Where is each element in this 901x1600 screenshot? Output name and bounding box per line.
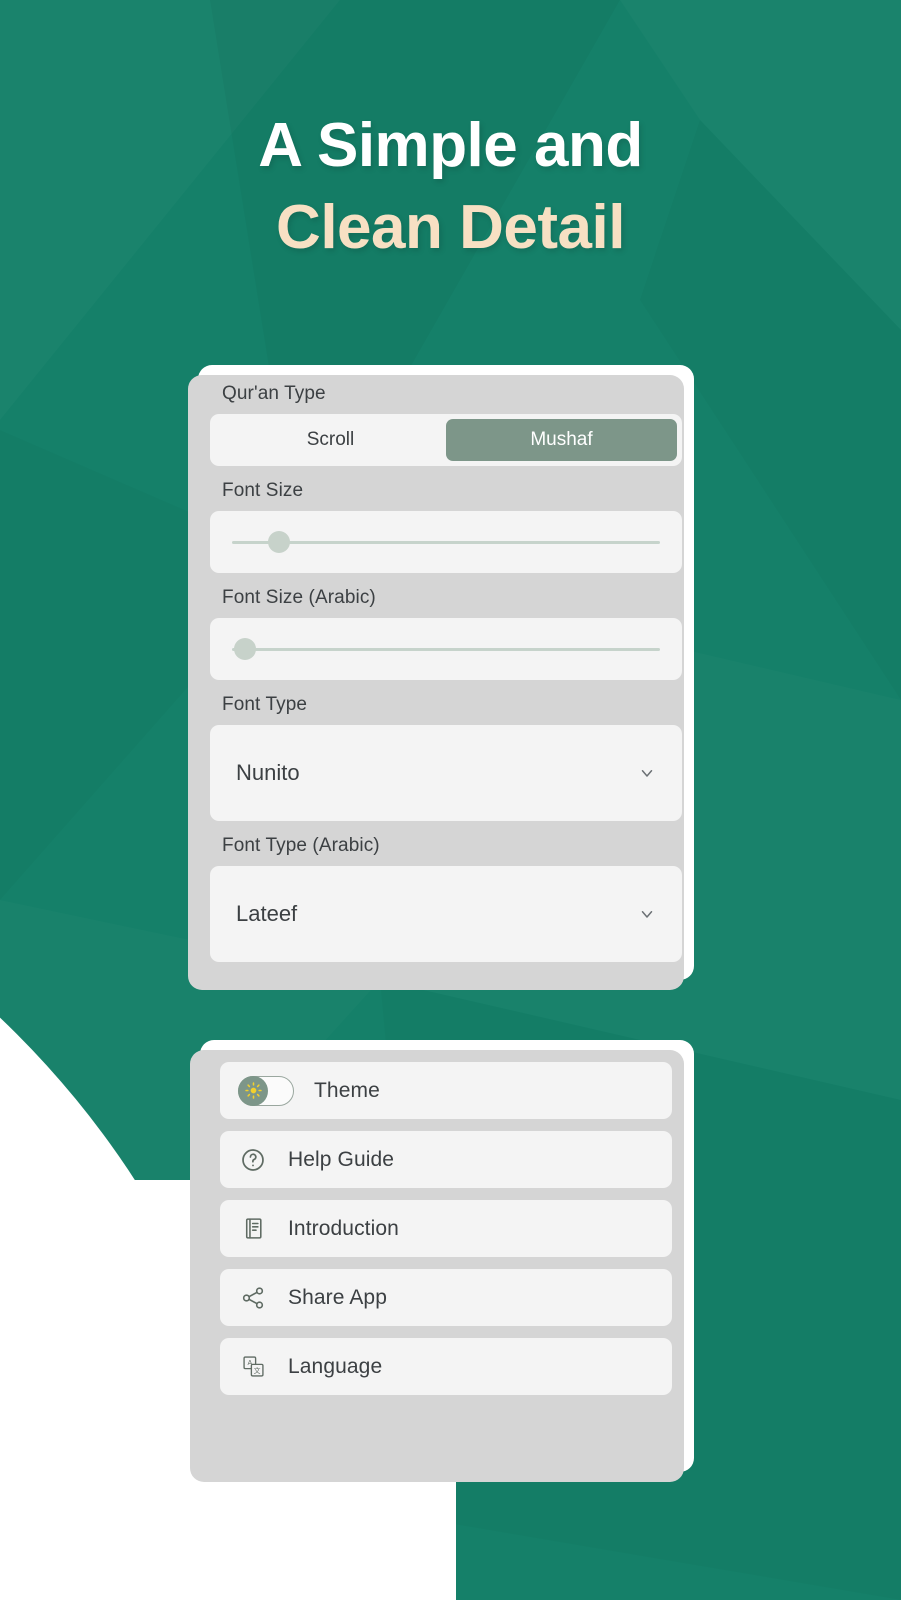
book-document-icon [238,1214,268,1244]
font-type-dropdown[interactable]: Nunito [210,725,682,821]
font-size-arabic-slider-thumb[interactable] [233,638,256,660]
font-size-arabic-slider[interactable] [232,638,660,660]
quran-type-label: Qur'an Type [222,383,326,404]
chevron-down-icon [641,911,653,918]
font-size-slider-thumb[interactable] [268,531,291,553]
hero-line-2: Clean Detail [276,193,625,263]
font-size-slider-field[interactable] [210,511,682,573]
font-type-arabic-value: Lateef [236,901,298,926]
font-type-label: Font Type [222,694,308,715]
share-nodes-icon [238,1283,268,1313]
font-type-value: Nunito [236,760,300,785]
chevron-down-icon [641,770,653,777]
font-size-arabic-slider-field[interactable] [210,618,682,680]
menu-item-help-guide[interactable]: Help Guide [220,1131,672,1188]
theme-toggle-knob [238,1075,268,1106]
translate-icon: A 文 [238,1352,268,1382]
quran-type-segmented-control[interactable]: Scroll Mushaf [210,414,682,466]
menu-card: Theme Help Guide Introduction Share App … [190,1040,694,1482]
svg-text:A: A [247,1359,252,1367]
font-type-arabic-dropdown[interactable]: Lateef [210,866,682,962]
menu-item-label: Share App [288,1285,387,1309]
sun-icon [244,1082,262,1099]
menu-item-label: Help Guide [288,1147,395,1171]
font-size-slider-rail [232,540,660,544]
menu-item-label: Introduction [288,1216,399,1240]
theme-toggle[interactable] [238,1075,294,1106]
menu-item-label: Language [288,1354,383,1378]
segment-option-scroll[interactable]: Scroll [215,419,446,461]
app-screenshot: A Simple and Clean Detail Qur'an Type Sc… [0,0,901,1600]
menu-item-share-app[interactable]: Share App [220,1269,672,1326]
font-size-arabic-label: Font Size (Arabic) [222,587,376,608]
hero-line-1: A Simple and [258,111,643,180]
segment-option-mushaf[interactable]: Mushaf [446,419,677,461]
menu-item-theme[interactable]: Theme [220,1062,672,1119]
menu-item-label: Theme [314,1078,380,1102]
font-size-arabic-slider-rail [232,647,660,651]
hero-heading: A Simple and Clean Detail [0,105,901,270]
menu-item-language[interactable]: A 文 Language [220,1338,672,1395]
font-size-label: Font Size [222,480,304,501]
font-size-slider[interactable] [232,531,660,553]
question-mark-circle-icon [238,1145,268,1175]
settings-card: Qur'an Type Scroll Mushaf Font Size Font… [188,365,694,990]
svg-text:文: 文 [253,1366,260,1375]
menu-item-introduction[interactable]: Introduction [220,1200,672,1257]
font-type-arabic-label: Font Type (Arabic) [222,835,380,856]
